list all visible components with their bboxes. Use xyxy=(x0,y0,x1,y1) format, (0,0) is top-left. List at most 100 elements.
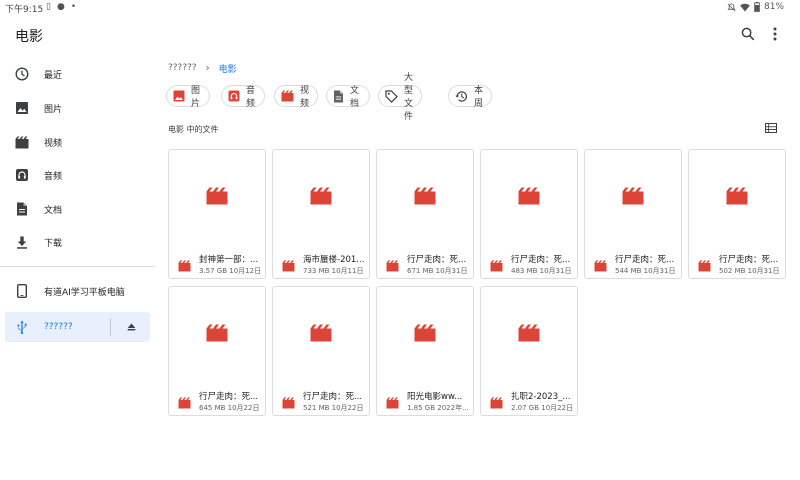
wifi-icon xyxy=(740,3,750,11)
chip-label: 图片 xyxy=(191,86,201,109)
app-bar: 电影 xyxy=(0,16,800,52)
history-icon xyxy=(455,90,468,103)
image-icon xyxy=(173,90,185,103)
file-info: 扎职2-2023_... 2.07 GB 10月22日 xyxy=(481,385,577,415)
file-thumbnail xyxy=(377,150,473,245)
file-name: 行尸走肉：死... xyxy=(719,255,779,265)
sidebar-divider xyxy=(0,266,155,267)
battery-level: 81% xyxy=(763,2,784,12)
sidebar-item-recent[interactable]: 最近 xyxy=(5,59,150,89)
video-type-icon xyxy=(386,394,399,409)
video-type-icon xyxy=(594,257,607,272)
video-type-icon xyxy=(178,394,191,409)
file-name: 海市蜃楼-201... xyxy=(303,255,365,265)
search-button[interactable] xyxy=(738,24,758,44)
chevron-right-icon: › xyxy=(205,62,210,74)
sidebar-item-images[interactable]: 图片 xyxy=(5,93,150,123)
audio-icon xyxy=(14,167,30,183)
file-thumbnail xyxy=(273,150,369,245)
file-name: 封神第一部：... xyxy=(199,255,259,265)
file-thumbnail xyxy=(169,150,265,245)
sidebar-item-usb[interactable]: ?????? xyxy=(5,312,150,342)
usb-icon xyxy=(14,319,30,335)
video-file-icon xyxy=(310,324,332,346)
file-thumbnail xyxy=(481,287,577,382)
file-tile[interactable]: 行尸走肉：死... 483 MB 10月31日 xyxy=(480,149,578,279)
file-meta: 544 MB 10月31日 xyxy=(615,267,676,275)
tablet-icon xyxy=(14,283,30,299)
file-info: 行尸走肉：死... 502 MB 10月31日 xyxy=(689,248,785,278)
file-name: 行尸走肉：死... xyxy=(511,255,571,265)
list-view-toggle-button[interactable] xyxy=(763,120,779,136)
sidebar-item-downloads[interactable]: 下载 xyxy=(5,227,150,257)
wechat-icon: ● xyxy=(56,2,65,12)
sidebar: 最近 图片 视频 音频 文档 下载 有道AI学习平板电脑 ?????? xyxy=(0,56,155,480)
file-meta: 2.07 GB 10月22日 xyxy=(511,404,574,412)
chip-audio[interactable]: 音频 xyxy=(221,85,266,109)
file-meta: 483 MB 10月31日 xyxy=(511,267,572,275)
sidebar-item-documents[interactable]: 文档 xyxy=(5,194,150,224)
bell-off-icon xyxy=(727,2,736,11)
chip-label: 文档 xyxy=(350,86,360,109)
file-name: 行尸走肉：死... xyxy=(303,392,363,402)
video-icon xyxy=(14,134,30,150)
video-file-icon xyxy=(726,187,748,209)
list-view-icon xyxy=(765,123,777,133)
file-tile[interactable]: 行尸走肉：死... 544 MB 10月31日 xyxy=(584,149,682,279)
sim-icon: ▯ xyxy=(46,2,51,12)
file-name: 扎职2-2023_... xyxy=(511,392,571,402)
clock-icon xyxy=(14,66,30,82)
video-type-icon xyxy=(698,257,711,272)
video-icon xyxy=(281,90,294,103)
breadcrumb-root[interactable]: ?????? xyxy=(168,63,197,73)
sidebar-item-label: 视频 xyxy=(44,138,63,149)
chip-this-week[interactable]: 本周 xyxy=(448,85,493,109)
document-icon xyxy=(333,90,344,103)
video-file-icon xyxy=(206,187,228,209)
video-type-icon xyxy=(178,257,191,272)
chip-label: 大型文件 xyxy=(404,73,414,122)
status-bar: 下午9:15 ▯ ● • 81% xyxy=(0,0,800,16)
chip-label: 音频 xyxy=(246,86,256,109)
chip-videos[interactable]: 视频 xyxy=(274,85,319,109)
file-info: 行尸走肉：死... 483 MB 10月31日 xyxy=(481,248,577,278)
sidebar-item-audio[interactable]: 音频 xyxy=(5,160,150,190)
search-icon xyxy=(741,27,755,41)
chip-documents[interactable]: 文档 xyxy=(326,85,371,109)
eject-button[interactable] xyxy=(123,319,139,335)
file-tile[interactable]: 行尸走肉：死... 645 MB 10月22日 xyxy=(168,286,266,416)
file-meta: 645 MB 10月22日 xyxy=(199,404,260,412)
audio-icon xyxy=(228,90,240,103)
file-tile[interactable]: 阳光电影ww... 1.85 GB 2022年... xyxy=(376,286,474,416)
file-tile[interactable]: 行尸走肉：死... 671 MB 10月31日 xyxy=(376,149,474,279)
more-options-button[interactable] xyxy=(765,24,785,44)
video-type-icon xyxy=(490,257,503,272)
file-thumbnail xyxy=(585,150,681,245)
file-tile[interactable]: 行尸走肉：死... 521 MB 10月22日 xyxy=(272,286,370,416)
chip-large-files[interactable]: 大型文件 xyxy=(378,73,423,122)
breadcrumb-current[interactable]: 电影 xyxy=(219,62,237,75)
sidebar-item-videos[interactable]: 视频 xyxy=(5,127,150,157)
sidebar-item-label: 有道AI学习平板电脑 xyxy=(44,287,125,298)
status-time: 下午9:15 xyxy=(5,5,44,15)
chip-label: 视频 xyxy=(300,86,310,109)
file-thumbnail xyxy=(273,287,369,382)
sidebar-item-label: 音频 xyxy=(44,171,63,182)
chip-images[interactable]: 图片 xyxy=(166,85,211,109)
sidebar-item-label: 最近 xyxy=(44,70,63,81)
file-meta: 1.85 GB 2022年... xyxy=(407,404,469,412)
battery-icon xyxy=(754,2,760,12)
file-tile[interactable]: 行尸走肉：死... 502 MB 10月31日 xyxy=(688,149,786,279)
sidebar-item-tablet[interactable]: 有道AI学习平板电脑 xyxy=(5,276,150,306)
file-meta: 733 MB 10月11日 xyxy=(303,267,364,275)
file-tile[interactable]: 扎职2-2023_... 2.07 GB 10月22日 xyxy=(480,286,578,416)
video-file-icon xyxy=(518,324,540,346)
tag-icon xyxy=(385,89,398,103)
video-type-icon xyxy=(490,394,503,409)
chip-label: 本周 xyxy=(474,86,484,109)
video-file-icon xyxy=(622,187,644,209)
video-file-icon xyxy=(414,187,436,209)
file-tile[interactable]: 封神第一部：... 3.57 GB 10月12日 xyxy=(168,149,266,279)
file-meta: 671 MB 10月31日 xyxy=(407,267,468,275)
file-tile[interactable]: 海市蜃楼-201... 733 MB 10月11日 xyxy=(272,149,370,279)
